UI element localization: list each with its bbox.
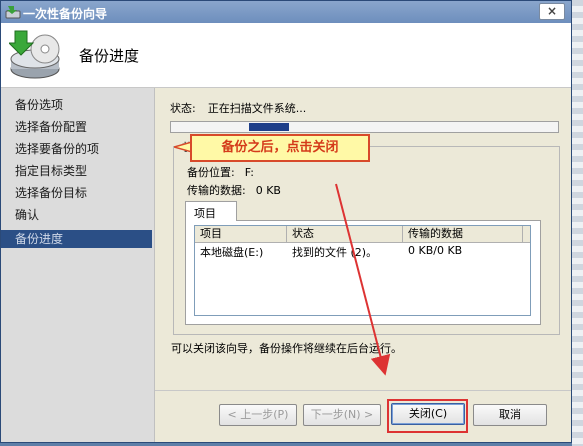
progress-bar — [170, 121, 559, 133]
status-label: 状态: — [170, 102, 196, 115]
row-item: 本地磁盘(E:) — [200, 246, 264, 259]
sidebar-item-confirm: 确认 — [15, 208, 40, 222]
sidebar-item-backup-config: 选择备份配置 — [15, 120, 88, 134]
transferred-label: 传输的数据: — [187, 184, 246, 197]
close-button-highlight — [387, 399, 468, 433]
column-header-status[interactable]: 状态 — [287, 226, 403, 242]
backup-app-icon — [5, 6, 21, 19]
back-button[interactable]: < 上一步(P) — [219, 404, 297, 426]
sidebar-item-progress: 备份进度 — [1, 230, 152, 248]
progress-marquee — [249, 123, 289, 131]
background-edge — [572, 0, 583, 446]
button-bar-divider — [155, 390, 571, 391]
sidebar-item-backup-options: 备份选项 — [15, 98, 64, 112]
list-header: 项目 状态 传输的数据 — [195, 226, 530, 243]
annotation-callout: 备份之后，点击关闭 — [190, 134, 370, 162]
status-row: 状态: 正在扫描文件系统... — [170, 100, 306, 116]
column-header-transferred[interactable]: 传输的数据 — [403, 226, 523, 242]
backup-location-value: F: — [244, 166, 254, 179]
backup-location-label: 备份位置: — [187, 166, 235, 179]
page-title: 备份进度 — [79, 47, 140, 65]
next-button[interactable]: 下一步(N) > — [303, 404, 381, 426]
transferred-value: 0 KB — [255, 184, 281, 197]
sidebar-item-target-type: 指定目标类型 — [15, 164, 88, 178]
status-value: 正在扫描文件系统... — [207, 102, 307, 115]
row-status: 找到的文件 (2)。 — [292, 246, 378, 259]
backup-location-row: 备份位置: F: — [187, 164, 254, 180]
sidebar-item-target: 选择备份目标 — [15, 186, 88, 200]
title-bar: 一次性备份向导 × — [1, 1, 571, 23]
wizard-steps-sidebar: 备份选项 选择备份配置 选择要备份的项 指定目标类型 选择备份目标 确认 备份进… — [1, 88, 155, 442]
window-title: 一次性备份向导 — [23, 7, 108, 21]
items-list[interactable]: 项目 状态 传输的数据 本地磁盘(E:) 找到的文件 (2)。 0 KB/0 K… — [194, 225, 531, 316]
window-close-button[interactable]: × — [539, 3, 565, 20]
sidebar-item-select-items: 选择要备份的项 — [15, 142, 100, 156]
transferred-row: 传输的数据: 0 KB — [187, 182, 281, 198]
tab-items[interactable]: 项目 — [185, 201, 237, 221]
background-run-note: 可以关闭该向导，备份操作将继续在后台运行。 — [171, 342, 402, 355]
column-header-item[interactable]: 项目 — [195, 226, 287, 242]
backup-drive-icon — [9, 30, 60, 79]
cancel-button[interactable]: 取消 — [473, 404, 547, 426]
row-transferred: 0 KB/0 KB — [408, 244, 463, 257]
backup-wizard-window: 一次性备份向导 × 备份进度 备份选项 选择备份配置 选择要备份的项 指定目标类… — [0, 0, 572, 443]
wizard-header: 备份进度 — [1, 23, 571, 88]
